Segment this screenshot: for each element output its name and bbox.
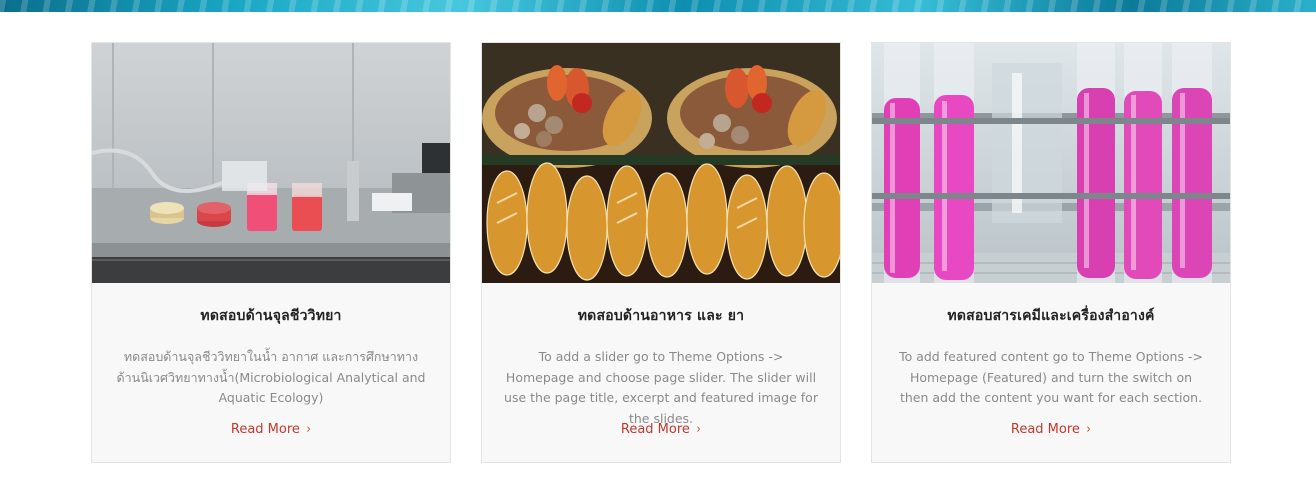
chevron-right-icon: › [696, 422, 701, 437]
card-description: ทดสอบด้านจุลชีววิทยาในน้ำ อากาศ และการศึ… [116, 349, 426, 405]
top-banner-image [0, 0, 1316, 12]
grilled-seafood-illustration [482, 43, 840, 283]
chevron-right-icon: › [1086, 422, 1091, 437]
card-title[interactable]: ทดสอบด้านอาหาร และ ยา [482, 305, 840, 327]
read-more-label: Read More [620, 422, 690, 437]
read-more-label: Read More [230, 422, 300, 437]
card-description: To add a slider go to Theme Options -> H… [504, 349, 818, 426]
feature-card-microbiology: ทดสอบด้านจุลชีววิทยา ทดสอบด้านจุลชีววิทย… [91, 42, 451, 463]
card-description: To add featured content go to Theme Opti… [899, 349, 1203, 405]
read-more-label: Read More [1010, 422, 1080, 437]
card-title[interactable]: ทดสอบด้านจุลชีววิทยา [92, 305, 450, 327]
card-image-chemical[interactable] [872, 43, 1230, 283]
card-image-food[interactable] [482, 43, 840, 283]
test-tubes-illustration [872, 43, 1230, 283]
card-image-microbiology[interactable] [92, 43, 450, 283]
feature-card-chemical-cosmetic: ทดสอบสารเคมีและเครื่องสำอางค์ To add fea… [871, 42, 1231, 463]
lab-bench-illustration [92, 43, 450, 283]
read-more-link[interactable]: Read More › [92, 422, 450, 437]
featured-cards: ทดสอบด้านจุลชีววิทยา ทดสอบด้านจุลชีววิทย… [91, 42, 1231, 463]
read-more-link[interactable]: Read More › [872, 422, 1230, 437]
card-title[interactable]: ทดสอบสารเคมีและเครื่องสำอางค์ [872, 305, 1230, 327]
feature-card-food-drug: ทดสอบด้านอาหาร และ ยา To add a slider go… [481, 42, 841, 463]
chevron-right-icon: › [306, 422, 311, 437]
read-more-link[interactable]: Read More › [482, 422, 840, 437]
